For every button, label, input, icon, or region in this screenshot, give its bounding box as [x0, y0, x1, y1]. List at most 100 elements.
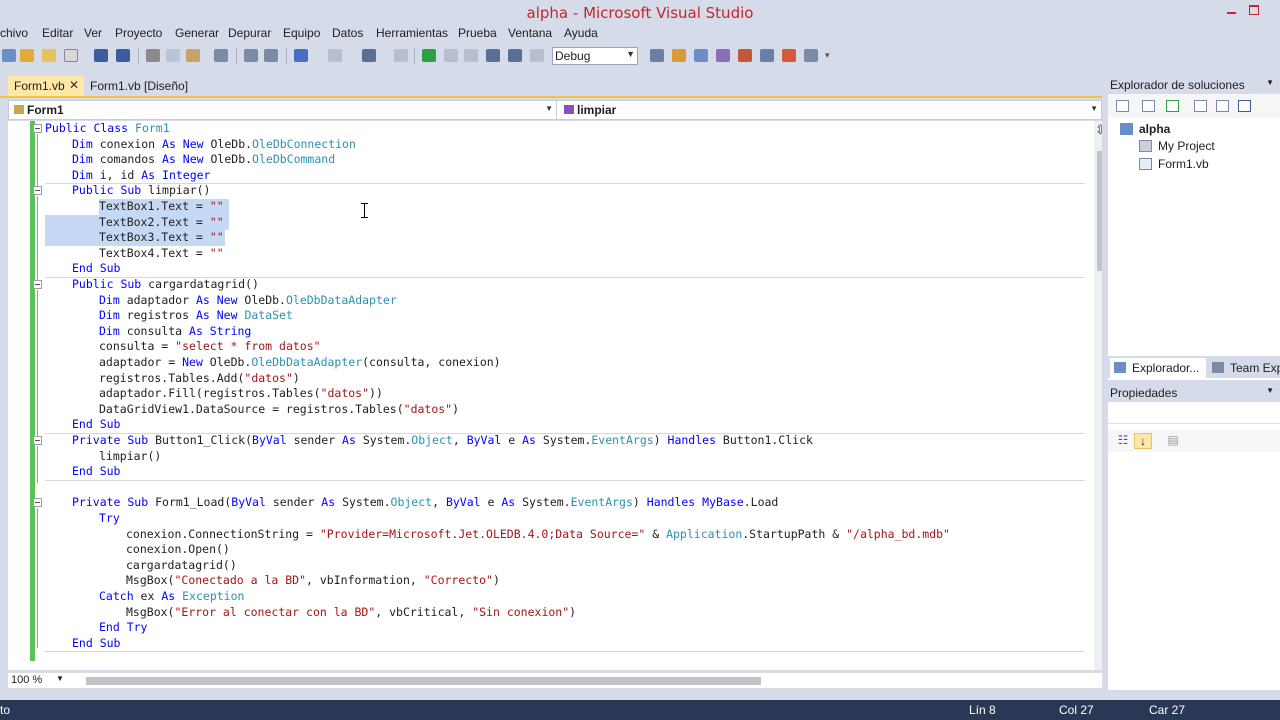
extension-manager-icon[interactable]	[782, 49, 796, 62]
tab-form1-design[interactable]: Form1.vb [Diseño]	[84, 76, 194, 96]
break-all-icon[interactable]	[444, 49, 458, 62]
tree-item-alpha[interactable]: alpha	[1139, 122, 1170, 136]
menu-generar[interactable]: Generar	[175, 26, 219, 40]
tree-item-my-project[interactable]: My Project	[1158, 139, 1215, 153]
menu-depurar[interactable]: Depurar	[228, 26, 271, 40]
code-line: TextBox2.Text = ""	[99, 214, 224, 229]
show-all-files-icon[interactable]	[1142, 100, 1155, 112]
code-line: Private Sub Button1_Click(ByVal sender A…	[72, 433, 813, 447]
team-explorer-icon[interactable]	[760, 49, 774, 62]
step-over-icon[interactable]	[508, 49, 522, 62]
menu-ayuda[interactable]: Ayuda	[564, 26, 598, 40]
object-selector[interactable]	[1108, 402, 1280, 424]
zoom-level[interactable]: 100 %	[11, 674, 42, 686]
code-line: Dim adaptador As New OleDb.OleDbDataAdap…	[99, 292, 397, 307]
object-browser-icon[interactable]	[716, 49, 730, 62]
collapse-icon[interactable]	[33, 436, 42, 445]
code-line: conexion.Open()	[126, 542, 230, 557]
split-window-icon[interactable]: ⇳	[1095, 122, 1102, 138]
tab-team-explorer[interactable]: Team Exp	[1208, 358, 1280, 378]
configuration-value: Debug	[555, 49, 591, 63]
property-pages-icon[interactable]: ▤	[1164, 433, 1182, 449]
stop-debugging-icon[interactable]	[464, 49, 478, 62]
menu-ver[interactable]: Ver	[84, 26, 102, 40]
code-line: Dim consulta As String	[99, 323, 252, 338]
chevron-down-icon[interactable]: ▼	[56, 674, 64, 683]
class-view-icon[interactable]	[1238, 100, 1251, 112]
new-project-icon[interactable]	[2, 49, 16, 62]
uncomment-icon[interactable]	[264, 49, 278, 62]
tab-label: Form1.vb [Diseño]	[90, 79, 189, 93]
close-icon[interactable]: ✕	[69, 78, 79, 92]
collapse-icon[interactable]	[33, 186, 42, 195]
start-debugging-icon[interactable]	[422, 49, 436, 62]
menu-proyecto[interactable]: Proyecto	[115, 26, 162, 40]
comment-icon[interactable]	[244, 49, 258, 62]
tab-form1-vb[interactable]: Form1.vb ✕	[8, 76, 84, 96]
window-title: alpha - Microsoft Visual Studio	[526, 4, 754, 22]
tree-item-form1-vb[interactable]: Form1.vb	[1158, 157, 1209, 171]
i-beam-cursor-icon	[361, 203, 368, 218]
code-line: MsgBox("Error al conectar con la BD", vb…	[126, 604, 577, 619]
code-line: consulta = "select * from datos"	[99, 339, 321, 354]
code-line: limpiar()	[99, 448, 162, 463]
navigate-forward-icon[interactable]	[394, 49, 408, 62]
menu-herramientas[interactable]: Herramientas	[376, 26, 448, 40]
alphabetical-icon[interactable]: ↓	[1134, 433, 1152, 449]
categorized-icon[interactable]: ☷	[1114, 433, 1132, 449]
tab-solution-explorer[interactable]: Explorador...	[1110, 358, 1206, 378]
code-line: Public Class Form1	[45, 121, 170, 135]
add-item-icon[interactable]	[20, 49, 34, 62]
properties-toolbar: ☷ ↓ ▤	[1108, 430, 1280, 452]
properties-icon[interactable]	[1116, 100, 1129, 112]
member-dropdown[interactable]: limpiar ▼	[559, 101, 1101, 119]
find-icon[interactable]	[214, 49, 228, 62]
menu-bar: chivo Editar Ver Proyecto Generar Depura…	[0, 24, 1280, 43]
paste-icon[interactable]	[186, 49, 200, 62]
code-line: cargardatagrid()	[126, 557, 237, 572]
code-line: Public Sub cargardatagrid()	[72, 277, 259, 291]
view-designer-icon[interactable]	[1216, 100, 1229, 112]
menu-equipo[interactable]: Equipo	[283, 26, 320, 40]
collapse-icon[interactable]	[33, 498, 42, 507]
menu-archivo[interactable]: chivo	[0, 26, 28, 40]
toolbox-icon[interactable]	[738, 49, 752, 62]
procedure-separator	[45, 480, 1085, 481]
solution-configuration-select[interactable]: Debug ▼	[552, 47, 638, 65]
navigation-bar: Form1 ▼ limpiar ▼	[8, 100, 1102, 120]
save-icon[interactable]	[94, 49, 108, 62]
chevron-down-icon[interactable]: ▼	[1266, 386, 1274, 395]
save-all-icon[interactable]	[116, 49, 130, 62]
menu-prueba[interactable]: Prueba	[458, 26, 497, 40]
code-line: DataGridView1.DataSource = registros.Tab…	[99, 401, 460, 416]
view-code-icon[interactable]	[1194, 100, 1207, 112]
undo-icon[interactable]	[294, 49, 308, 62]
vertical-scrollbar[interactable]	[1094, 121, 1102, 670]
copy-icon[interactable]	[166, 49, 180, 62]
menu-datos[interactable]: Datos	[332, 26, 363, 40]
collapse-icon[interactable]	[33, 124, 42, 133]
add-new-item-icon[interactable]	[64, 49, 78, 62]
toolbar-overflow-icon[interactable]: ▾	[825, 50, 830, 61]
chevron-down-icon[interactable]: ▼	[1266, 78, 1274, 87]
class-dropdown[interactable]: Form1 ▼	[9, 101, 557, 119]
horizontal-scrollbar[interactable]	[86, 677, 761, 685]
code-editor[interactable]: Public Class Form1 Dim conexion As New O…	[8, 121, 1102, 670]
restore-icon[interactable]	[1248, 3, 1262, 17]
scroll-thumb[interactable]	[1097, 151, 1102, 271]
menu-ventana[interactable]: Ventana	[508, 26, 552, 40]
find-in-files-icon[interactable]	[650, 49, 664, 62]
open-file-icon[interactable]	[42, 49, 56, 62]
solution-explorer-icon[interactable]	[672, 49, 686, 62]
cut-icon[interactable]	[146, 49, 160, 62]
step-out-icon[interactable]	[530, 49, 544, 62]
command-window-icon[interactable]	[804, 49, 818, 62]
collapse-icon[interactable]	[33, 280, 42, 289]
navigate-backward-icon[interactable]	[362, 49, 376, 62]
menu-editar[interactable]: Editar	[42, 26, 73, 40]
properties-icon[interactable]	[694, 49, 708, 62]
refresh-icon[interactable]	[1166, 100, 1179, 112]
redo-icon[interactable]	[328, 49, 342, 62]
minimize-icon[interactable]	[1226, 3, 1240, 17]
step-into-icon[interactable]	[486, 49, 500, 62]
